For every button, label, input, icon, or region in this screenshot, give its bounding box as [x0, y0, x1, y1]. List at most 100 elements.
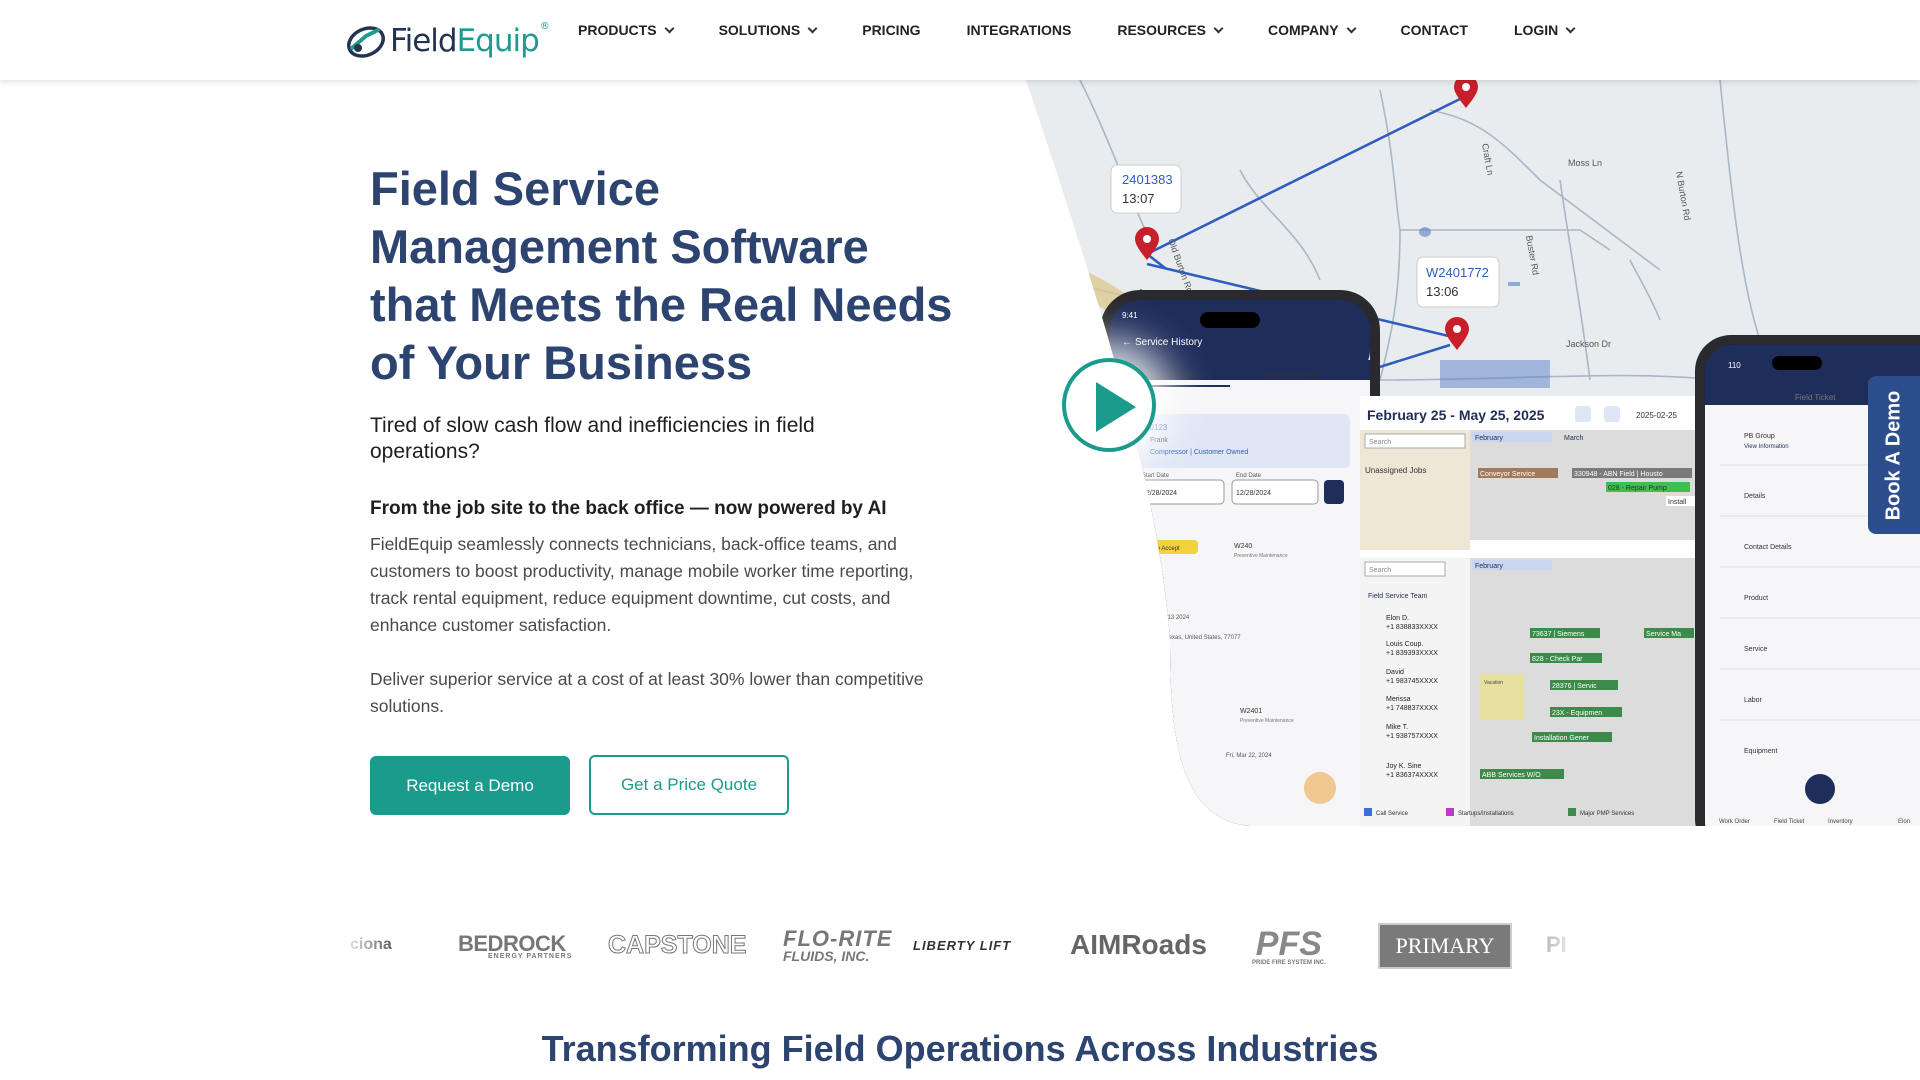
- nav-contact[interactable]: CONTACT: [1401, 22, 1468, 38]
- tech-name: Louis Coup.: [1386, 641, 1423, 648]
- phone-group: PB Group: [1744, 433, 1775, 440]
- client-logo-strip: ciona BEDROCK ENERGY PARTNERS CAPSTONE F…: [350, 915, 1570, 975]
- scheduler-job: ABB Services W/O: [1482, 772, 1541, 779]
- play-video-button[interactable]: [1062, 358, 1156, 452]
- legend-label: Call Service: [1376, 811, 1409, 817]
- scheduler-search: Search: [1369, 567, 1391, 574]
- overview-row: Details: [1744, 493, 1766, 500]
- client-logo-capstone: CAPSTONE: [607, 930, 747, 959]
- scheduler-job: 23X - Equipmen: [1552, 710, 1602, 717]
- scheduler-unassigned: Unassigned Jobs: [1365, 466, 1426, 475]
- pin-tooltip-2: W2401772 13:06: [1416, 256, 1500, 308]
- svg-text:←: ←: [1122, 337, 1132, 348]
- logo-text-field: Field: [390, 23, 458, 59]
- scheduler-team: Field Service Team: [1368, 593, 1428, 600]
- tech-name: Joy K. Sine: [1386, 763, 1422, 770]
- fieldequip-logo[interactable]: FieldEquip ®: [344, 20, 550, 62]
- phone-clock: 110: [1728, 361, 1741, 370]
- pin-tooltip-id: 2401383: [1122, 172, 1173, 187]
- nav-pricing-label: PRICING: [862, 22, 921, 38]
- registered-mark: ®: [539, 21, 550, 32]
- nav-resources-label: RESOURCES: [1117, 22, 1207, 38]
- hero-subtitle: Tired of slow cash flow and inefficienci…: [370, 414, 815, 463]
- scheduler-date: 2025-02-25: [1636, 411, 1677, 420]
- nav-contact-label: CONTACT: [1400, 22, 1468, 38]
- scheduler-job: 73637 | Siemens: [1532, 631, 1585, 638]
- overview-row: Contact Details: [1744, 544, 1792, 551]
- nav-solutions[interactable]: SOLUTIONS: [719, 22, 818, 38]
- phone-wo-type: Preventive Maintenance: [1234, 553, 1288, 559]
- tech-name: David: [1386, 669, 1404, 676]
- phone-item: Compressor | Customer Owned: [1150, 449, 1248, 456]
- book-demo-tab[interactable]: Book A Demo: [1868, 376, 1920, 534]
- overview-row: Equipment: [1744, 748, 1778, 755]
- client-logo-aimroads: AIMRoads: [1070, 929, 1207, 960]
- logo-text-equip: Equip: [456, 23, 540, 59]
- hero-description: FieldEquip seamlessly connects technicia…: [370, 534, 914, 635]
- phone-service-history: 9:41 ← Service History Search By Date Se…: [1100, 290, 1380, 826]
- nav-company-label: COMPANY: [1268, 22, 1339, 38]
- chevron-down-icon: [1565, 23, 1576, 33]
- phone-tab: Overview: [1720, 393, 1754, 402]
- bottom-tab: Work Order: [1719, 819, 1750, 825]
- nav-integrations-label: INTEGRATIONS: [966, 22, 1072, 38]
- scheduler-month: March: [1564, 435, 1584, 442]
- hero-cost-statement: Deliver superior service at a cost of at…: [370, 669, 924, 716]
- bottom-tab: Field Ticket: [1774, 819, 1805, 825]
- nav-integrations[interactable]: INTEGRATIONS: [967, 22, 1072, 38]
- tech-phone: +1 938757XXXX: [1386, 733, 1438, 740]
- scheduler-title: February 25 - May 25, 2025: [1367, 407, 1545, 423]
- phone-tab: Search By Part: [1263, 371, 1318, 380]
- phone-screen-title: Service History: [1135, 337, 1202, 348]
- scheduler-job: 028 - Repair Pump: [1608, 485, 1667, 492]
- scheduler-job: 828 - Check Par: [1532, 656, 1583, 663]
- nav-products[interactable]: PRODUCTS: [578, 22, 675, 38]
- client-logo-flo-rite: FLO-RITE FLUIDS, INC.: [783, 926, 893, 964]
- pin-tooltip-1: 2401383 13:07: [1110, 164, 1182, 214]
- hero-title: Field Service Management Software that M…: [370, 162, 953, 389]
- legend-label: Startups/Installations: [1458, 811, 1514, 817]
- phone-tab: Field Ticket: [1795, 393, 1836, 402]
- client-logo-bedrock: BEDROCK ENERGY PARTNERS: [458, 930, 573, 960]
- logo-mark-icon: [344, 22, 388, 60]
- chevron-down-icon: [1346, 23, 1356, 33]
- chevron-down-icon: [1213, 23, 1224, 33]
- request-demo-button[interactable]: Request a Demo: [370, 756, 570, 815]
- phone-address: Houston, Texas, United States, 77077: [1140, 635, 1241, 641]
- play-icon: [1096, 382, 1136, 432]
- logo-fade-right: [1520, 905, 1580, 985]
- scheduler-month: February: [1475, 435, 1504, 442]
- nav-pricing[interactable]: PRICING: [862, 22, 920, 38]
- legend-label: Major PMP Services: [1580, 811, 1634, 817]
- nav-login-label: LOGIN: [1513, 22, 1559, 38]
- phone-start-label: Start Date: [1142, 473, 1170, 479]
- tech-name: Merissa: [1386, 696, 1411, 703]
- nav-products-label: PRODUCTS: [578, 22, 657, 38]
- price-quote-button[interactable]: Get a Price Quote: [589, 755, 789, 815]
- bottom-tab: Elon: [1898, 819, 1910, 825]
- road-label: Moss Ln: [1568, 158, 1602, 168]
- scheduler-job: 330948 - ABN Field | Housto: [1574, 471, 1663, 478]
- phone-link: View Information: [1744, 444, 1789, 450]
- scheduler-search: Search: [1369, 439, 1391, 446]
- tech-phone: +1 983745XXXX: [1386, 678, 1438, 685]
- tech-name: Mike T.: [1386, 724, 1408, 731]
- hero-ai-heading: From the job site to the back office — n…: [370, 498, 887, 519]
- pin-tooltip-time: 13:06: [1426, 284, 1459, 299]
- nav-company[interactable]: COMPANY: [1268, 22, 1356, 38]
- client-logo-primary: PRIMARY: [1378, 923, 1512, 969]
- industries-section-title: Transforming Field Operations Across Ind…: [541, 1028, 1379, 1069]
- phone-start-date: 12/28/2024: [1142, 490, 1177, 497]
- nav-login[interactable]: LOGIN: [1513, 22, 1576, 38]
- phone-wo-id: W240: [1234, 543, 1252, 550]
- scheduler-job: Installation Gener: [1534, 735, 1590, 742]
- overview-row: Labor: [1744, 697, 1763, 704]
- client-logo-pfs: PFS PRIDE FIRE SYSTEM INC.: [1252, 924, 1326, 966]
- nav-resources[interactable]: RESOURCES: [1117, 22, 1224, 38]
- phone-end-date: 12/28/2024: [1236, 490, 1271, 497]
- pin-tooltip-time: 13:07: [1122, 191, 1155, 206]
- pin-tooltip-id: W2401772: [1426, 265, 1489, 280]
- tech-phone: +1 839393XXXX: [1386, 650, 1438, 657]
- phone-clock: 9:41: [1122, 311, 1138, 320]
- chevron-down-icon: [664, 23, 675, 33]
